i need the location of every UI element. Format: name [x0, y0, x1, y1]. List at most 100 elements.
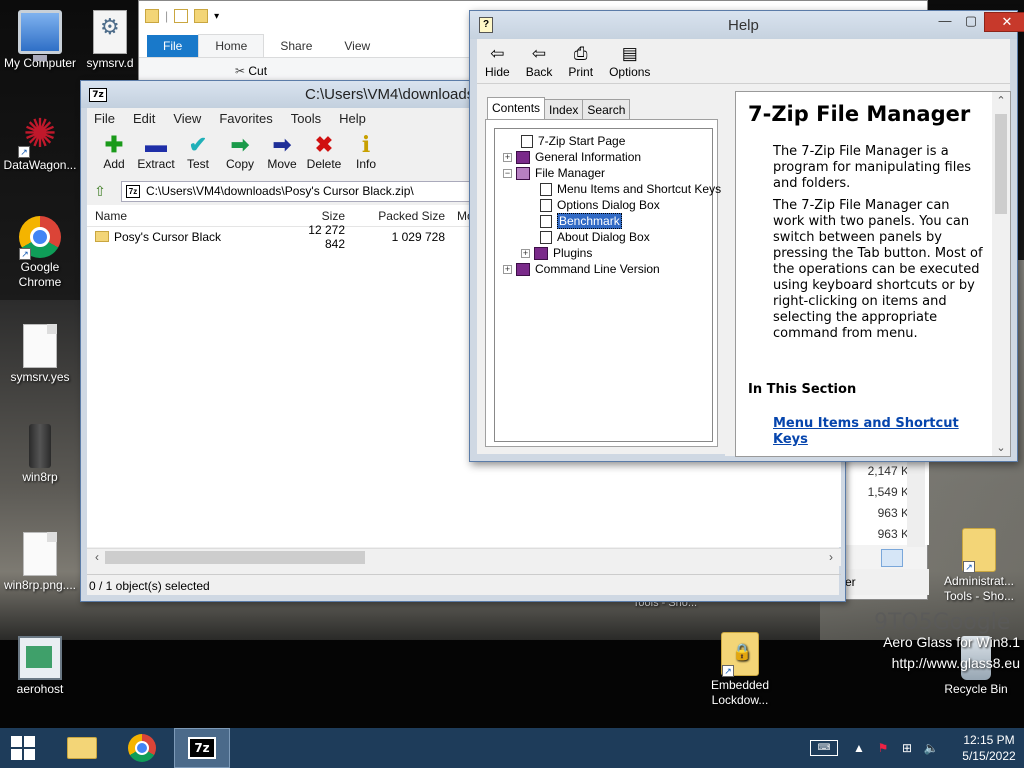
button-label: Move [267, 157, 297, 171]
minimize-button[interactable]: — [932, 12, 958, 32]
window-title: Help [728, 17, 759, 34]
expand-icon[interactable]: + [503, 264, 512, 274]
menu-help[interactable]: Help [339, 111, 366, 126]
desktop-icon-symsrv-yes[interactable]: symsrv.yes [0, 324, 80, 385]
shortcut-arrow-icon: ↗ [963, 561, 975, 573]
desktop-icon-google-chrome[interactable]: ↗ Google Chrome [0, 216, 80, 290]
pane-splitter[interactable] [725, 84, 735, 456]
show-hidden-icons-icon[interactable]: ▲ [850, 741, 868, 755]
cut-icon: ✂ [235, 64, 249, 78]
move-button[interactable]: ➡ Move [261, 129, 303, 179]
info-button[interactable]: i Info [345, 129, 387, 179]
drive-icon [29, 424, 51, 468]
button-label: Copy [225, 157, 254, 171]
tree-item-file-manager[interactable]: − File Manager [503, 165, 605, 181]
desktop-icon-admin-tools[interactable]: ↗ Administrat... Tools - Sho... [936, 528, 1022, 604]
clock[interactable]: 12:15 PM 5/15/2022 [954, 732, 1024, 764]
options-button[interactable]: ▤ Options [609, 39, 650, 83]
column-size[interactable]: Size [247, 209, 351, 223]
vertical-scrollbar[interactable] [907, 461, 925, 547]
star-logo-icon: ✺ ↗ [18, 112, 62, 158]
cut-button[interactable]: Cut [248, 64, 267, 78]
up-folder-icon[interactable]: ⇧ [91, 182, 109, 200]
maximize-button[interactable]: ▢ [958, 12, 984, 32]
menu-edit[interactable]: Edit [133, 111, 155, 126]
taskbar-chrome[interactable] [114, 728, 170, 768]
tab-contents[interactable]: Contents [487, 97, 546, 120]
system-tray: ⌨ ▲ ⚑ ⊞ 🔈 12:15 PM 5/15/2022 [810, 728, 1024, 768]
button-label: Options [609, 65, 651, 79]
desktop-icon-embedded-lockdown[interactable]: ↗ Embedded Lockdow... [700, 632, 780, 708]
desktop-icon-symsrv-dll[interactable]: symsrv.d [80, 10, 140, 71]
folder-icon [95, 231, 109, 242]
topic-heading: 7-Zip File Manager [748, 102, 971, 126]
chevron-down-icon[interactable]: ▾ [214, 11, 219, 22]
menu-favorites[interactable]: Favorites [219, 111, 272, 126]
horizontal-scrollbar[interactable]: ‹ › [87, 548, 841, 566]
start-button[interactable] [0, 728, 46, 768]
copy-button[interactable]: ➡ Copy [219, 129, 261, 179]
scroll-left-icon[interactable]: ‹ [89, 550, 105, 564]
delete-button[interactable]: ✖ Delete [303, 129, 345, 179]
vertical-scrollbar[interactable]: ⌃ ⌄ [992, 92, 1010, 456]
back-button[interactable]: ⇦ Back [526, 39, 553, 83]
tree-item-about-dialog[interactable]: About Dialog Box [540, 229, 650, 245]
large-icons-view-button[interactable] [907, 549, 925, 567]
help-window: ? Help — ▢ ✕ ⇦ Hide ⇦ Back ⎙ Print ▤ Opt… [469, 10, 1024, 462]
tree-item-menu-items[interactable]: Menu Items and Shortcut Keys [540, 181, 721, 197]
tab-share[interactable]: Share [264, 35, 328, 57]
test-button[interactable]: ✔ Test [177, 129, 219, 179]
tree-item-command-line[interactable]: + Command Line Version [503, 261, 660, 277]
volume-muted-icon[interactable]: 🔈 [922, 741, 940, 755]
collapse-icon[interactable]: − [503, 168, 512, 178]
contents-pane: 7-Zip Start Page + General Information − F… [485, 119, 721, 447]
taskbar-file-explorer[interactable] [54, 728, 110, 768]
tree-item-general-information[interactable]: + General Information [503, 149, 641, 165]
book-icon [516, 262, 530, 276]
scrollbar-thumb[interactable] [995, 114, 1007, 214]
tree-item-plugins[interactable]: + Plugins [521, 245, 592, 261]
tree-item-options-dialog[interactable]: Options Dialog Box [540, 197, 660, 213]
menu-tools[interactable]: Tools [291, 111, 321, 126]
new-folder-icon[interactable] [194, 9, 209, 23]
extract-button[interactable]: ▬ Extract [135, 129, 177, 179]
column-name[interactable]: Name [87, 209, 247, 223]
scroll-right-icon[interactable]: › [823, 550, 839, 564]
add-button[interactable]: ✚ Add [93, 129, 135, 179]
address-field[interactable]: 7z C:\Users\VM4\downloads\Posy's Cursor … [121, 180, 481, 202]
title-bar[interactable]: ? Help — ▢ ✕ [470, 11, 1024, 39]
desktop-icon-aerohost[interactable]: aerohost [0, 636, 80, 697]
menu-view[interactable]: View [173, 111, 201, 126]
expand-icon[interactable]: + [521, 248, 530, 258]
tree-item-start-page[interactable]: 7-Zip Start Page [521, 133, 625, 149]
close-button[interactable]: ✕ [984, 12, 1024, 32]
expand-icon[interactable]: + [503, 152, 512, 162]
properties-icon[interactable] [174, 9, 189, 23]
column-packed-size[interactable]: Packed Size [351, 209, 451, 223]
folder-icon[interactable] [145, 9, 159, 23]
desktop-icon-win8rp-png[interactable]: win8rp.png.... [0, 532, 80, 593]
tab-home[interactable]: Home [198, 34, 265, 57]
scrollbar-thumb[interactable] [105, 551, 365, 564]
menu-file[interactable]: File [94, 111, 115, 126]
network-icon[interactable]: ⊞ [898, 741, 916, 755]
action-center-icon[interactable]: ⚑ [874, 741, 892, 755]
move-icon: ➡ [272, 132, 292, 157]
hide-button[interactable]: ⇦ Hide [485, 39, 510, 83]
desktop-icon-win8rp[interactable]: win8rp [0, 424, 80, 485]
tab-file[interactable]: File [147, 35, 199, 57]
desktop-icon-my-computer[interactable]: My Computer [0, 10, 80, 71]
topic-link[interactable]: Menu Items and Shortcut Keys [773, 416, 973, 448]
scroll-up-icon[interactable]: ⌃ [992, 94, 1010, 107]
tree-item-benchmark[interactable]: Benchmark [540, 213, 622, 229]
desktop-icon-label: aerohost [16, 682, 64, 696]
address-text: C:\Users\VM4\downloads\Posy's Cursor Bla… [146, 184, 414, 198]
tab-view[interactable]: View [328, 35, 386, 57]
desktop-icon-datawagon[interactable]: ✺ ↗ DataWagon... [0, 112, 80, 173]
print-button[interactable]: ⎙ Print [568, 39, 593, 83]
scroll-down-icon[interactable]: ⌄ [992, 441, 1010, 454]
desktop-icon-label: Administrat... Tools - Sho... [943, 574, 1015, 603]
details-view-button[interactable] [881, 549, 903, 567]
taskbar-7zip[interactable]: 7z [174, 728, 230, 768]
touch-keyboard-icon[interactable]: ⌨ [810, 740, 838, 756]
